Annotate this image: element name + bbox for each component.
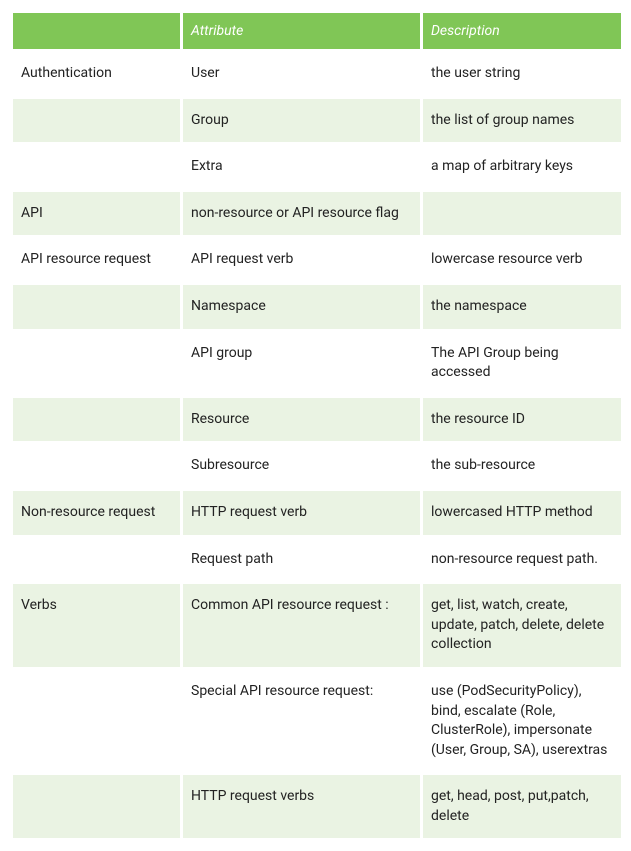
cell-attribute: HTTP request verbs: [182, 774, 422, 840]
cell-description: the user string: [422, 51, 623, 98]
cell-attribute: Resource: [182, 396, 422, 443]
table-row: Non-resource requestHTTP request verblow…: [12, 489, 623, 536]
cell-attribute: API request verb: [182, 237, 422, 284]
cell-description: non-resource request path.: [422, 536, 623, 583]
cell-attribute: Namespace: [182, 283, 422, 330]
cell-description: the list of group names: [422, 97, 623, 144]
table-header-row: Attribute Description: [12, 12, 623, 51]
table-row: AuthenticationUserthe user string: [12, 51, 623, 98]
table-row: Extraa map of arbitrary keys: [12, 144, 623, 191]
cell-category: [12, 774, 182, 840]
cell-category: Authentication: [12, 51, 182, 98]
cell-attribute: Common API resource request :: [182, 583, 422, 669]
cell-attribute: User: [182, 51, 422, 98]
cell-category: [12, 443, 182, 490]
table-row: API resource requestAPI request verblowe…: [12, 237, 623, 284]
cell-category: [12, 144, 182, 191]
table-row: VerbsCommon API resource request :get, l…: [12, 583, 623, 669]
table-row: HTTP request verbsget, head, post, put,p…: [12, 774, 623, 840]
header-category: [12, 12, 182, 51]
table-row: Subresourcethe sub-resource: [12, 443, 623, 490]
cell-category: API: [12, 190, 182, 237]
cell-description: [422, 190, 623, 237]
cell-category: Verbs: [12, 583, 182, 669]
cell-description: lowercased HTTP method: [422, 489, 623, 536]
table-row: API groupThe API Group being accessed: [12, 330, 623, 396]
header-attribute: Attribute: [182, 12, 422, 51]
cell-attribute: Group: [182, 97, 422, 144]
table-row: Request pathnon-resource request path.: [12, 536, 623, 583]
cell-category: [12, 330, 182, 396]
cell-category: [12, 283, 182, 330]
cell-description: the sub-resource: [422, 443, 623, 490]
cell-category: [12, 97, 182, 144]
cell-attribute: API group: [182, 330, 422, 396]
cell-attribute: HTTP request verb: [182, 489, 422, 536]
cell-description: a map of arbitrary keys: [422, 144, 623, 191]
table-row: Namespacethe namespace: [12, 283, 623, 330]
cell-category: Non-resource request: [12, 489, 182, 536]
table-row: Resourcethe resource ID: [12, 396, 623, 443]
cell-description: get, head, post, put,patch, delete: [422, 774, 623, 840]
cell-description: get, list, watch, create, update, patch,…: [422, 583, 623, 669]
header-description: Description: [422, 12, 623, 51]
cell-description: the resource ID: [422, 396, 623, 443]
cell-description: The API Group being accessed: [422, 330, 623, 396]
cell-attribute: Request path: [182, 536, 422, 583]
cell-attribute: Subresource: [182, 443, 422, 490]
cell-category: [12, 396, 182, 443]
cell-description: lowercase resource verb: [422, 237, 623, 284]
table-row: Groupthe list of group names: [12, 97, 623, 144]
cell-attribute: non-resource or API resource flag: [182, 190, 422, 237]
cell-category: API resource request: [12, 237, 182, 284]
table-row: APInon-resource or API resource flag: [12, 190, 623, 237]
cell-description: the namespace: [422, 283, 623, 330]
cell-category: [12, 536, 182, 583]
attributes-table: Attribute Description AuthenticationUser…: [10, 10, 624, 841]
cell-attribute: Extra: [182, 144, 422, 191]
